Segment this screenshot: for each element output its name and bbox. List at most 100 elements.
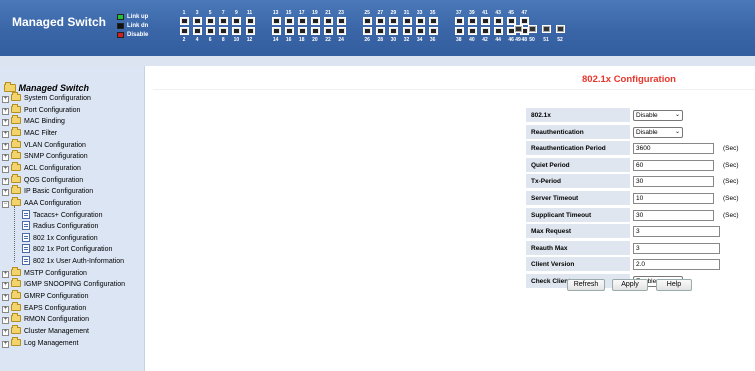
ethernet-port-icon[interactable] — [389, 17, 399, 25]
ethernet-port-icon[interactable] — [481, 27, 490, 35]
fiber-port-icon[interactable] — [528, 25, 537, 33]
ethernet-port-icon[interactable] — [402, 17, 412, 25]
sidebar-item-tacacs-configuration[interactable]: Tacacs+ Configuration — [22, 209, 102, 222]
expand-icon[interactable]: + — [2, 294, 9, 302]
fiber-port-icon[interactable] — [514, 25, 523, 33]
ethernet-port-icon[interactable] — [481, 17, 490, 25]
sidebar-item-igmp-snooping-configuration[interactable]: + IGMP SNOOPING Configuration — [2, 278, 125, 291]
help-button[interactable]: Help — [656, 279, 692, 291]
collapse-icon[interactable]: − — [2, 200, 9, 208]
server-timeout-input[interactable]: 10 — [633, 193, 714, 204]
expand-icon[interactable]: + — [2, 317, 9, 325]
ethernet-port-icon[interactable] — [454, 17, 464, 25]
ethernet-port-icon[interactable] — [284, 27, 294, 35]
reauth-max-input[interactable]: 3 — [633, 242, 720, 254]
ethernet-port-icon[interactable] — [467, 17, 477, 25]
ethernet-port-icon[interactable] — [376, 17, 386, 25]
sidebar-item-802-1x-configuration[interactable]: 802 1x Configuration — [22, 232, 98, 245]
ethernet-port-icon[interactable] — [402, 27, 412, 35]
ethernet-port-icon[interactable] — [363, 17, 373, 25]
port-number-bottom: 6 — [208, 37, 212, 43]
expand-icon[interactable]: + — [2, 154, 9, 162]
reauthentication-select[interactable]: Disable ⌄ — [633, 126, 683, 138]
ethernet-port-icon[interactable] — [219, 17, 229, 25]
ethernet-port-icon[interactable] — [520, 17, 530, 25]
field-value-cell: 2.0 — [631, 257, 746, 273]
sidebar-item-radius-configuration[interactable]: Radius Configuration — [22, 221, 98, 233]
max-request-input[interactable]: 3 — [633, 226, 720, 238]
refresh-button[interactable]: Refresh — [567, 279, 605, 291]
ethernet-port-icon[interactable] — [297, 17, 307, 25]
folder-icon — [4, 82, 16, 92]
apply-button[interactable]: Apply — [612, 279, 648, 291]
ethernet-port-icon[interactable] — [415, 27, 425, 35]
802-1x-select[interactable]: Disable ⌄ — [633, 110, 683, 121]
ethernet-port-icon[interactable] — [415, 17, 425, 25]
ethernet-port-icon[interactable] — [310, 17, 320, 25]
ethernet-port-icon[interactable] — [428, 27, 438, 35]
fiber-port-icon[interactable] — [542, 25, 551, 33]
expand-icon[interactable]: + — [2, 107, 9, 115]
field-label: Quiet Period — [526, 157, 630, 173]
ethernet-port-icon[interactable] — [337, 17, 347, 25]
port-number-bottom: 8 — [221, 37, 225, 43]
ethernet-port-icon[interactable] — [494, 27, 504, 35]
ethernet-port-icon[interactable] — [428, 17, 438, 25]
sidebar-item-log-management[interactable]: + Log Management — [2, 336, 78, 350]
ethernet-port-icon[interactable] — [232, 17, 242, 25]
quiet-period-input[interactable]: 60 — [633, 159, 714, 171]
ethernet-port-icon[interactable] — [337, 27, 347, 35]
ethernet-port-icon[interactable] — [180, 27, 189, 35]
ethernet-port-icon[interactable] — [494, 17, 504, 25]
sidebar-item-802-1x-user-auth-information[interactable]: 802 1x User Auth-Information — [22, 256, 124, 268]
sidebar-item-label: MAC Binding — [24, 118, 65, 126]
expand-icon[interactable]: + — [2, 130, 9, 138]
ethernet-port-icon[interactable] — [324, 17, 333, 25]
ethernet-port-icon[interactable] — [245, 17, 255, 25]
expand-icon[interactable]: + — [2, 329, 9, 336]
port-number-bottom: 22 — [325, 37, 331, 43]
sidebar-item-802-1x-port-configuration[interactable]: 802 1x Port Configuration — [22, 244, 112, 256]
expand-icon[interactable]: + — [2, 165, 9, 173]
ethernet-port-icon[interactable] — [271, 27, 281, 35]
ethernet-port-icon[interactable] — [271, 17, 281, 25]
expand-icon[interactable]: + — [2, 282, 9, 290]
expand-icon[interactable]: + — [2, 142, 9, 150]
ethernet-port-icon[interactable] — [467, 27, 477, 35]
expand-icon[interactable]: + — [2, 96, 9, 103]
ethernet-port-icon[interactable] — [376, 27, 386, 35]
ethernet-port-icon[interactable] — [193, 17, 203, 25]
ethernet-port-icon[interactable] — [206, 27, 216, 35]
ethernet-port-icon[interactable] — [310, 27, 320, 35]
expand-icon[interactable]: + — [2, 270, 9, 278]
ethernet-port-icon[interactable] — [180, 17, 189, 25]
ethernet-port-icon[interactable] — [284, 17, 294, 25]
ethernet-port-icon[interactable] — [507, 17, 517, 25]
ethernet-port-icon[interactable] — [363, 27, 373, 35]
tx-period-input[interactable]: 30 — [633, 176, 714, 188]
client-version-input[interactable]: 2.0 — [633, 259, 720, 271]
supplicant-timeout-input[interactable]: 30 — [633, 209, 714, 221]
reauthentication-period-input[interactable]: 3600 — [633, 143, 714, 155]
legend-label: Link up — [127, 14, 149, 20]
expand-icon[interactable]: + — [2, 119, 9, 127]
ethernet-port-icon[interactable] — [245, 27, 255, 35]
sidebar-item-mac-filter[interactable]: + MAC Filter — [2, 126, 57, 140]
ethernet-port-icon[interactable] — [206, 17, 216, 25]
folder-icon — [11, 325, 21, 334]
ethernet-port-icon[interactable] — [454, 27, 464, 35]
ethernet-port-icon[interactable] — [324, 27, 333, 35]
expand-icon[interactable]: + — [2, 305, 9, 313]
fiber-port-icon[interactable] — [556, 25, 565, 33]
sidebar-item-label: IP Basic Configuration — [24, 188, 94, 196]
ethernet-port-icon[interactable] — [219, 27, 229, 35]
config-row-tx-period: Tx-Period 30 (Sec) — [526, 174, 746, 190]
ethernet-port-icon[interactable] — [232, 27, 242, 35]
port-status-legend: Link up Link dn Disable — [117, 13, 157, 40]
ethernet-port-icon[interactable] — [193, 27, 203, 35]
ethernet-port-icon[interactable] — [389, 27, 399, 35]
expand-icon[interactable]: + — [2, 189, 9, 197]
expand-icon[interactable]: + — [2, 340, 9, 348]
ethernet-port-icon[interactable] — [297, 27, 307, 35]
expand-icon[interactable]: + — [2, 177, 9, 185]
